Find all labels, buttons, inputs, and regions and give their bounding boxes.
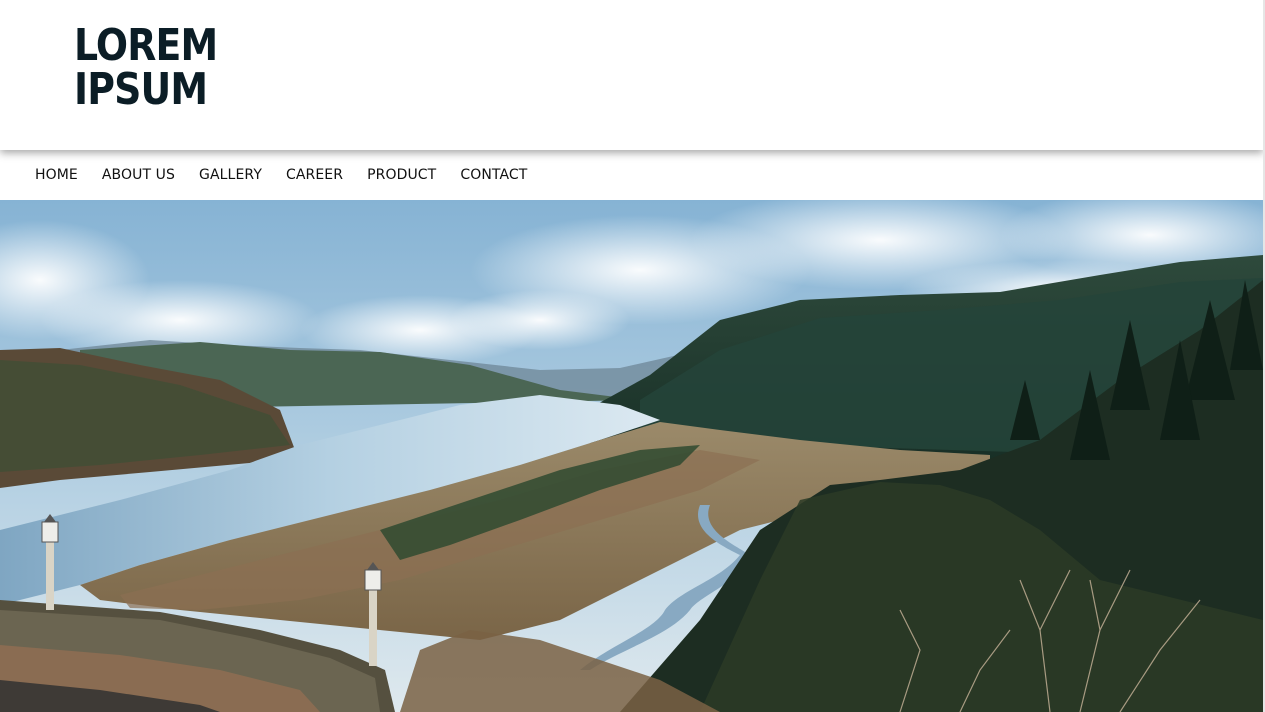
nav-item-gallery[interactable]: GALLERY [199, 167, 262, 183]
nav-item-home[interactable]: HOME [35, 167, 78, 183]
logo-line-1: LOREM [74, 20, 218, 71]
nav-item-about-us[interactable]: ABOUT US [102, 167, 175, 183]
nav-list: HOME ABOUT US GALLERY CAREER PRODUCT CON… [0, 150, 1263, 200]
logo-line-2: IPSUM [74, 64, 208, 115]
main-nav: HOME ABOUT US GALLERY CAREER PRODUCT CON… [0, 150, 1263, 200]
nav-item-contact[interactable]: CONTACT [460, 167, 527, 183]
nav-item-product[interactable]: PRODUCT [367, 167, 436, 183]
logo[interactable]: LOREM IPSUM [74, 20, 218, 115]
hero-image [0, 200, 1263, 712]
landscape-illustration [0, 200, 1263, 712]
nav-item-career[interactable]: CAREER [286, 167, 343, 183]
site-header: LOREM IPSUM [0, 0, 1263, 150]
